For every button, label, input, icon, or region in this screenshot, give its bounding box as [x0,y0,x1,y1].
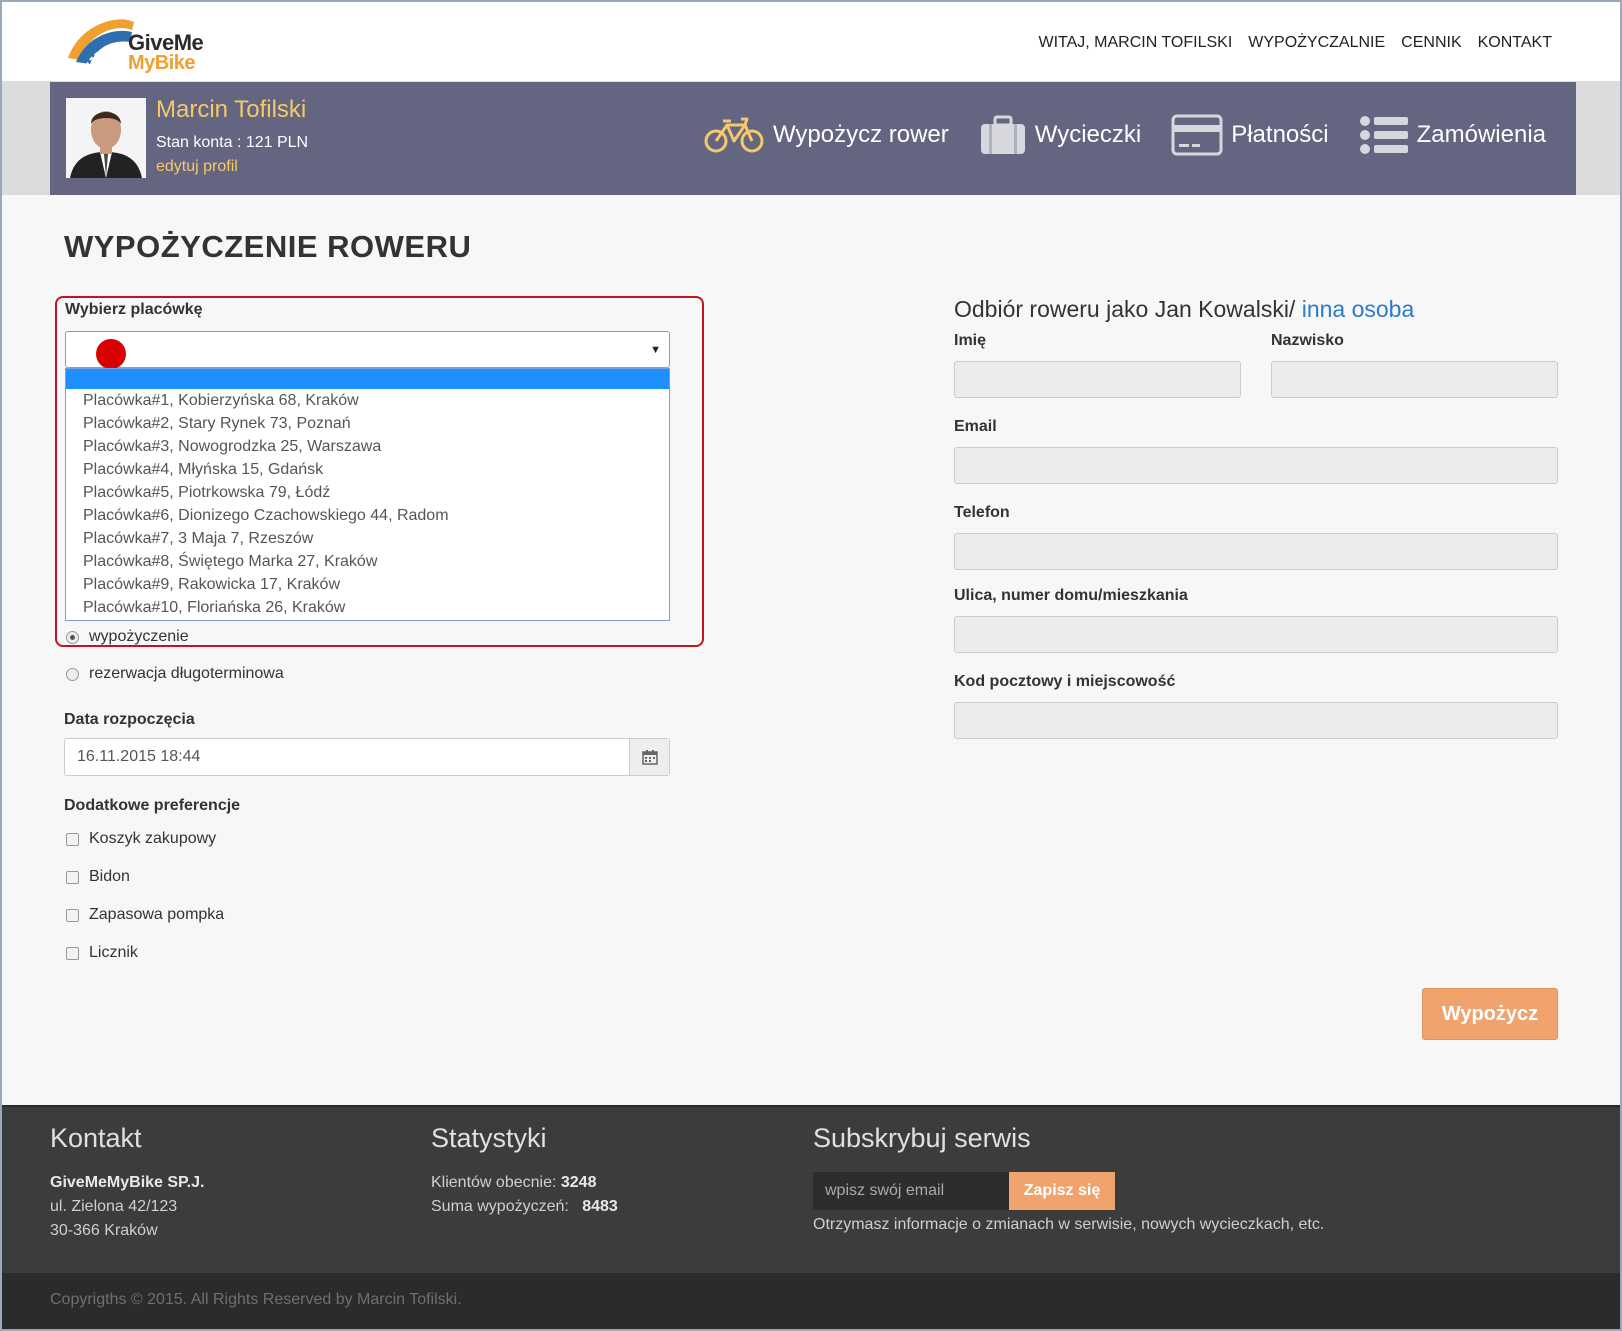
footer-company: GiveMeMyBike SP.J. [50,1174,205,1191]
logo-text-2: MyBike [128,52,196,74]
pref-pump-label: Zapasowa pompka [89,906,225,923]
checkbox[interactable] [66,832,79,846]
postal-input[interactable] [954,702,1558,739]
pref-bottle-label: Bidon [89,868,130,885]
user-band: Marcin Tofilski Stan konta : 121 PLN edy… [2,82,1620,195]
pref-counter[interactable]: Licznik [66,944,138,962]
branch-dropdown[interactable]: Placówka#1, Kobierzyńska 68, Kraków Plac… [65,368,670,621]
bicycle-icon [704,117,764,153]
email-label: Email [954,418,997,435]
copyright-bar: Copyrigths © 2015. All Rights Reserved b… [2,1273,1620,1329]
calendar-icon[interactable] [629,739,669,775]
road-logo-icon [68,19,134,67]
edit-profile-link[interactable]: edytuj profil [156,158,238,176]
subscribe-info: Otrzymasz informacje o zmianach w serwis… [813,1216,1325,1233]
pref-bottle[interactable]: Bidon [66,868,130,886]
footer: Kontakt GiveMeMyBike SP.J. ul. Zielona 4… [2,1105,1620,1273]
pref-basket[interactable]: Koszyk zakupowy [66,830,216,848]
rent-submit-button[interactable]: Wypożycz [1422,988,1558,1040]
phone-input[interactable] [954,533,1558,570]
band-nav-trips-label: Wycieczki [1034,121,1142,148]
checkbox[interactable] [66,870,79,884]
dropdown-option[interactable]: Placówka#2, Stary Rynek 73, Poznań [66,412,669,435]
user-photo-icon [66,98,146,178]
user-name: Marcin Tofilski [156,96,307,123]
band-nav-rent-label: Wypożycz rower [772,121,949,148]
clients-value: 3248 [560,1174,597,1191]
band-nav-trips[interactable]: Wycieczki [979,114,1141,156]
first-name-label: Imię [954,332,987,349]
band-nav-rent[interactable]: Wypożycz rower [703,115,949,155]
rentals-value: 8483 [582,1198,618,1215]
caret-down-icon: ▼ [650,344,661,356]
other-person-link[interactable]: inna osoba [1302,296,1415,322]
start-date-value: 16.11.2015 18:44 [77,748,201,765]
list-icon [1359,116,1408,154]
checkbox[interactable] [66,908,79,922]
subscribe-email-input[interactable]: wpisz swój email [813,1172,1009,1210]
user-band-inner: Marcin Tofilski Stan konta : 121 PLN edy… [50,82,1576,195]
postal-label: Kod pocztowy i miejscowość [954,673,1176,690]
email-input[interactable] [954,447,1558,484]
dropdown-option[interactable]: Placówka#1, Kobierzyńska 68, Kraków [66,389,669,412]
street-label: Ulica, numer domu/mieszkania [954,587,1188,604]
account-balance: Stan konta : 121 PLN [156,134,309,151]
footer-contact-title: Kontakt [50,1123,142,1153]
footer-stats-title: Statystyki [431,1123,547,1153]
subscribe-button[interactable]: Zapisz się [1009,1172,1115,1210]
band-nav: Wypożycz rower Wycieczki Płatności Zamów… [703,114,1546,156]
dropdown-option[interactable]: Placówka#10, Floriańska 26, Kraków [66,596,669,619]
rentals-label: Suma wypożyczeń: [431,1198,569,1215]
band-nav-payments-label: Płatności [1231,121,1329,148]
footer-subscribe-title: Subskrybuj serwis [813,1123,1031,1153]
first-name-input[interactable] [954,361,1241,398]
page-title: WYPOŻYCZENIE ROWERU [64,229,472,264]
pref-pump[interactable]: Zapasowa pompka [66,906,224,924]
dropdown-option-empty[interactable] [66,369,669,389]
top-navbar: GiveMe MyBike WITAJ, MARCIN TOFILSKI WYP… [2,2,1620,82]
nav-welcome[interactable]: WITAJ, MARCIN TOFILSKI [1038,34,1232,52]
avatar [66,98,146,178]
start-date-label: Data rozpoczęcia [64,711,195,728]
dropdown-option[interactable]: Placówka#9, Rakowicka 17, Kraków [66,573,669,596]
last-name-input[interactable] [1271,361,1558,398]
branch-select[interactable]: ▼ [65,331,670,369]
dropdown-option[interactable]: Placówka#6, Dionizego Czachowskiego 44, … [66,504,669,527]
nav-pricing[interactable]: CENNIK [1401,34,1461,52]
footer-stats: Klientów obecnie: 3248 Suma wypożyczeń: … [431,1171,618,1219]
checkbox[interactable] [66,946,79,960]
band-nav-payments[interactable]: Płatności [1171,114,1329,156]
nav-contact[interactable]: KONTAKT [1478,34,1552,52]
phone-label: Telefon [954,504,1010,521]
logo[interactable]: GiveMe MyBike [66,10,206,76]
pref-basket-label: Koszyk zakupowy [89,830,217,847]
credit-card-icon [1171,114,1223,156]
footer-contact-info: GiveMeMyBike SP.J. ul. Zielona 42/123 30… [50,1171,204,1243]
suitcase-icon [980,115,1025,154]
dropdown-option[interactable]: Placówka#5, Piotrkowska 79, Łódź [66,481,669,504]
band-nav-orders-label: Zamówienia [1416,121,1546,148]
start-date-input[interactable]: 16.11.2015 18:44 [64,738,670,776]
top-nav: WITAJ, MARCIN TOFILSKI WYPOŻYCZALNIE CEN… [1038,34,1552,52]
clients-label: Klientów obecnie: [431,1174,557,1191]
dropdown-option[interactable]: Placówka#4, Młyńska 15, Gdańsk [66,458,669,481]
copyright-text: Copyrigths © 2015. All Rights Reserved b… [50,1291,462,1308]
radio-long-term[interactable]: rezerwacja długoterminowa [66,665,284,683]
nav-rentals[interactable]: WYPOŻYCZALNIE [1248,34,1385,52]
cursor-marker [96,339,126,369]
street-input[interactable] [954,616,1558,653]
footer-address-1: ul. Zielona 42/123 [50,1198,178,1215]
last-name-label: Nazwisko [1271,332,1344,349]
pickup-title-text: Odbiór roweru jako Jan Kowalski/ [954,296,1302,322]
dropdown-option[interactable]: Placówka#7, 3 Maja 7, Rzeszów [66,527,669,550]
radio-long-term-label: rezerwacja długoterminowa [89,665,284,682]
pickup-title: Odbiór roweru jako Jan Kowalski/ inna os… [954,296,1414,323]
radio-button[interactable] [66,667,79,681]
prefs-label: Dodatkowe preferencje [64,797,241,814]
footer-address-2: 30-366 Kraków [50,1222,158,1239]
pref-counter-label: Licznik [89,944,138,961]
dropdown-option[interactable]: Placówka#3, Nowogrodzka 25, Warszawa [66,435,669,458]
band-nav-orders[interactable]: Zamówienia [1359,114,1546,156]
dropdown-option[interactable]: Placówka#8, Świętego Marka 27, Kraków [66,550,669,573]
